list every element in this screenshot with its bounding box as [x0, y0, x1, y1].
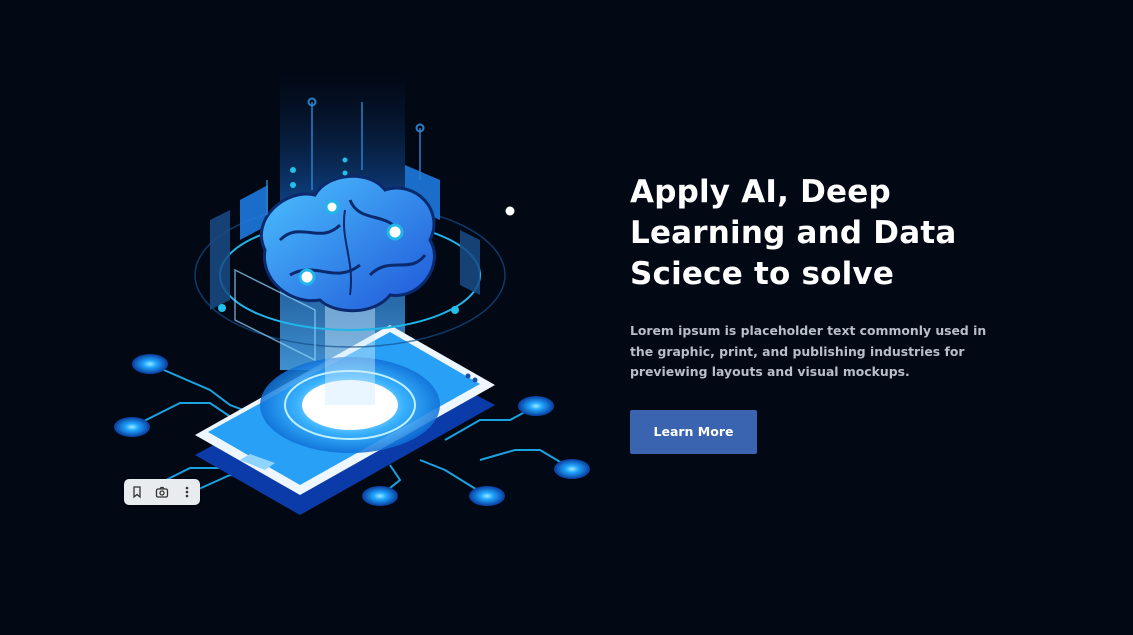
bookmark-icon: [133, 486, 141, 499]
headline-line-3: Sciece to solve: [630, 256, 895, 292]
hero-page: Apply AI, Deep Learning and Data Sciece …: [0, 0, 1133, 635]
ai-brain-phone-illustration: [100, 60, 620, 530]
image-action-toolbar: [124, 479, 200, 505]
learn-more-button[interactable]: Learn More: [630, 409, 757, 454]
bookmark-button[interactable]: [126, 481, 148, 503]
sparkle-dot: [505, 206, 515, 216]
headline-line-1: Apply AI, Deep: [630, 174, 891, 210]
hero-content: Apply AI, Deep Learning and Data Sciece …: [630, 172, 1050, 454]
hero-headline: Apply AI, Deep Learning and Data Sciece …: [630, 172, 1050, 295]
headline-line-2: Learning and Data: [630, 215, 957, 251]
camera-button[interactable]: [151, 481, 173, 503]
more-vertical-icon: [186, 486, 189, 498]
camera-icon: [155, 486, 169, 498]
hero-description: Lorem ipsum is placeholder text commonly…: [630, 323, 987, 379]
more-options-button[interactable]: [176, 481, 198, 503]
